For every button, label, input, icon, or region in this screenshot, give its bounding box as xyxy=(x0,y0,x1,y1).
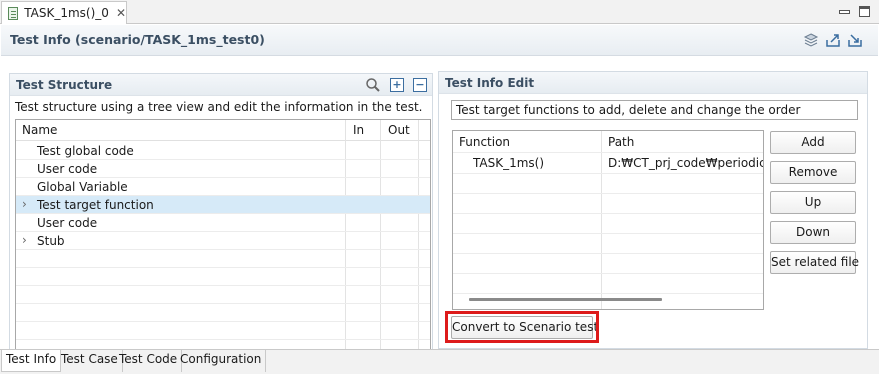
column-name-header[interactable]: Name xyxy=(22,123,57,137)
tree-row-label: Global Variable xyxy=(37,180,128,194)
row-divider xyxy=(453,233,763,234)
tree-row-label: Test global code xyxy=(37,144,134,158)
row-divider xyxy=(16,267,430,268)
row-divider xyxy=(16,213,430,214)
c-source-file-icon xyxy=(8,6,19,20)
page-header: Test Info (scenario/TASK_1ms_test0) xyxy=(1,25,878,56)
column-out-header[interactable]: Out xyxy=(388,123,410,137)
column-function-header[interactable]: Function xyxy=(459,135,510,149)
row-divider xyxy=(453,253,763,254)
chevron-right-icon[interactable]: › xyxy=(22,233,27,247)
test-info-edit-title: Test Info Edit xyxy=(445,76,535,90)
highlight-annotation xyxy=(445,311,599,343)
row-divider xyxy=(453,293,763,294)
row-divider xyxy=(453,173,763,174)
tree-row-label: User code xyxy=(37,216,98,230)
tab-test-case[interactable]: Test Case xyxy=(57,350,123,372)
editor-tab-task-1ms[interactable]: TASK_1ms()_0 ✕ xyxy=(1,1,127,24)
column-path-header[interactable]: Path xyxy=(608,135,634,149)
tree-row-user-code-2[interactable]: User code xyxy=(16,214,430,232)
tree-row-label: Test target function xyxy=(37,198,154,212)
test-structure-header: Test Structure + − xyxy=(10,74,432,96)
row-divider xyxy=(453,193,763,194)
tree-row-user-code[interactable]: User code xyxy=(16,160,430,178)
maximize-button[interactable] xyxy=(859,6,870,17)
tree-row-label: User code xyxy=(37,162,98,176)
function-cell: TASK_1ms() xyxy=(473,156,545,170)
test-info-edit-header: Test Info Edit xyxy=(439,72,867,94)
collapse-all-icon[interactable]: − xyxy=(413,78,427,92)
row-divider xyxy=(16,339,430,340)
tab-test-code[interactable]: Test Code xyxy=(115,350,183,372)
chevron-right-icon[interactable]: › xyxy=(22,197,27,211)
import-icon[interactable] xyxy=(847,32,863,48)
tree-row-label: Stub xyxy=(37,234,65,248)
bottom-tab-bar: Test Info Test Case Test Code Configurat… xyxy=(0,349,879,374)
row-divider xyxy=(16,195,430,196)
tab-test-info[interactable]: Test Info xyxy=(1,350,62,372)
row-divider xyxy=(16,177,430,178)
tree-row-global-variable[interactable]: Global Variable xyxy=(16,178,430,196)
add-button[interactable]: Add xyxy=(770,131,856,154)
remove-button[interactable]: Remove xyxy=(770,161,856,184)
export-icon[interactable] xyxy=(825,32,841,48)
table-row[interactable]: TASK_1ms() D:₩CT_prj_code₩periodic₩task.… xyxy=(453,154,763,172)
set-related-file-button[interactable]: Set related file xyxy=(770,251,859,274)
target-function-table[interactable]: Function Path TASK_1ms() D:₩CT_prj_code₩… xyxy=(452,130,764,310)
path-cell: D:₩CT_prj_code₩periodic₩task.c xyxy=(608,156,763,170)
tree-header: Name In Out xyxy=(16,120,430,141)
tree-row-stub[interactable]: › Stub xyxy=(16,232,430,250)
up-button[interactable]: Up xyxy=(770,191,856,214)
minimize-button[interactable] xyxy=(839,10,850,14)
tab-configuration[interactable]: Configuration xyxy=(176,350,267,372)
test-structure-description: Test structure using a tree view and edi… xyxy=(15,100,423,114)
row-divider xyxy=(453,213,763,214)
row-divider xyxy=(453,152,763,153)
test-structure-tree[interactable]: Name In Out Test global code User code G… xyxy=(15,119,431,350)
row-divider xyxy=(16,249,430,250)
row-divider xyxy=(16,285,430,286)
row-divider xyxy=(16,159,430,160)
page-title: Test Info (scenario/TASK_1ms_test0) xyxy=(10,32,265,47)
row-divider xyxy=(453,273,763,274)
layers-icon[interactable] xyxy=(803,32,819,48)
tree-row-test-target-function[interactable]: › Test target function xyxy=(16,196,430,214)
expand-all-icon[interactable]: + xyxy=(390,78,404,92)
column-in-header[interactable]: In xyxy=(353,123,364,137)
row-divider xyxy=(16,303,430,304)
editor-tab-strip: TASK_1ms()_0 ✕ xyxy=(0,0,879,24)
horizontal-scrollbar[interactable] xyxy=(469,298,662,301)
row-divider xyxy=(16,231,430,232)
editor-tab-label: TASK_1ms()_0 xyxy=(24,6,109,20)
down-button[interactable]: Down xyxy=(770,221,856,244)
row-divider xyxy=(16,321,430,322)
search-icon[interactable] xyxy=(365,77,381,96)
close-icon[interactable]: ✕ xyxy=(116,6,126,20)
target-functions-description: Test target functions to add, delete and… xyxy=(451,100,858,120)
test-structure-title: Test Structure xyxy=(16,78,113,92)
tree-row-test-global-code[interactable]: Test global code xyxy=(16,142,430,160)
